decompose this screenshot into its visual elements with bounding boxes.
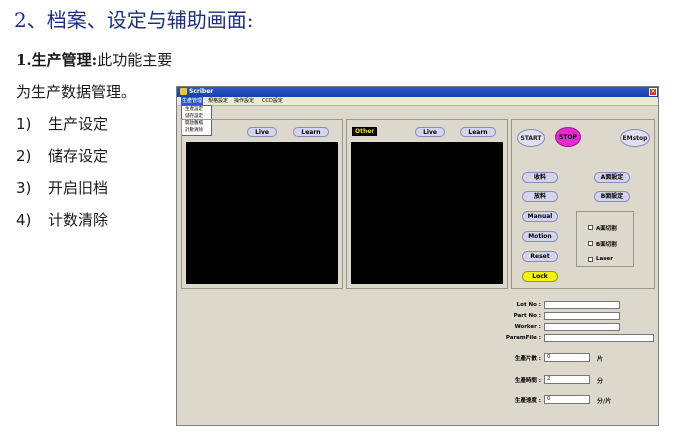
list-item-number: 1) [16,115,32,133]
camera-panel-left: Live Learn [181,119,343,289]
right-learn-button[interactable]: Learn [460,127,496,137]
stat-unit: 片 [597,356,604,363]
lock-button[interactable]: Lock [522,271,558,282]
production-speed-field: 0 [544,395,590,404]
left-camera-view [186,142,338,284]
window-title: Scriber [189,88,214,95]
a-cut-checkbox[interactable] [588,225,593,230]
production-count-field: 0 [544,353,590,362]
list-item: 3) 开启旧档 [16,177,108,198]
menu-spec-settings[interactable]: 規格設定 [208,97,228,105]
stat-unit: 分/片 [597,398,612,405]
part-no-field[interactable] [544,312,620,320]
list-item-number: 4) [16,211,32,229]
slide-heading: 2、档案、设定与辅助画面: [14,8,254,32]
menu-item-production-settings[interactable]: 生產設定 [185,107,203,113]
production-time-field: 2 [544,375,590,384]
camera-panel-right: Other Live Learn [346,119,508,289]
b-cut-checkbox[interactable] [588,241,593,246]
stat-unit: 分 [597,378,604,385]
menu-ccd-settings[interactable]: CCD設定 [262,97,283,105]
load-material-button[interactable]: 放料 [522,191,558,202]
cut-options-group: A面切割 B面切割 Laser [576,211,634,267]
close-button[interactable]: × [649,88,657,96]
title-bar: Scriber × [177,87,658,97]
list-item-label: 生产设定 [48,115,109,133]
right-camera-view [351,142,503,284]
section-title: 1.生产管理: [16,51,98,69]
list-item-label: 储存设定 [48,147,109,165]
list-item: 4) 计数清除 [16,209,108,230]
b-side-settings-button[interactable]: B面設定 [594,191,630,202]
list-item-label: 开启旧档 [48,179,109,197]
section-desc: 此功能主要 [97,51,173,69]
section-intro: 1.生产管理:此功能主要 [16,49,172,70]
left-live-button[interactable]: Live [247,127,277,137]
lot-no-field[interactable] [544,301,620,309]
menu-bar: 生產管理 規格設定 操作設定 CCD設定 [177,97,658,106]
left-learn-button[interactable]: Learn [293,127,329,137]
menu-operation-settings[interactable]: 操作設定 [234,97,254,105]
other-label: Other [352,127,378,136]
app-window: Scriber × 生產管理 規格設定 操作設定 CCD設定 生產設定 儲存設定… [176,86,659,426]
menu-production[interactable]: 生產管理 [181,97,204,105]
param-file-field[interactable] [544,334,654,342]
list-item-label: 计数清除 [48,211,109,229]
param-file-label: ParamFile : [505,335,541,341]
worker-label: Worker : [514,324,541,330]
stat-label: 生產片數 : [514,356,541,362]
a-side-settings-button[interactable]: A面設定 [594,172,630,183]
collect-material-button[interactable]: 收料 [522,172,558,183]
laser-label: Laser [596,256,613,262]
lot-no-label: Lot No : [516,302,541,308]
list-item-number: 2) [16,147,32,165]
stat-label: 生產速度 : [514,398,541,404]
manual-button[interactable]: Manual [522,211,558,222]
reset-button[interactable]: Reset [522,251,558,262]
start-button[interactable]: START [517,129,545,147]
a-cut-label: A面切割 [596,226,617,232]
app-logo-icon [180,88,187,95]
list-item-number: 3) [16,179,32,197]
right-live-button[interactable]: Live [415,127,445,137]
section-desc-line2: 为生产数据管理。 [16,83,137,101]
control-panel: START STOP EMstop 收料 A面設定 放料 B面設定 Manual… [511,119,655,289]
list-item: 1) 生产设定 [16,113,108,134]
laser-checkbox[interactable] [588,257,593,262]
part-no-label: Part No : [513,313,541,319]
b-cut-label: B面切割 [596,242,617,248]
stop-button[interactable]: STOP [555,127,581,147]
worker-field[interactable] [544,323,620,331]
stat-label: 生產時間 : [514,378,541,384]
emstop-button[interactable]: EMstop [620,129,650,147]
motion-button[interactable]: Motion [522,231,558,242]
list-item: 2) 储存设定 [16,145,108,166]
